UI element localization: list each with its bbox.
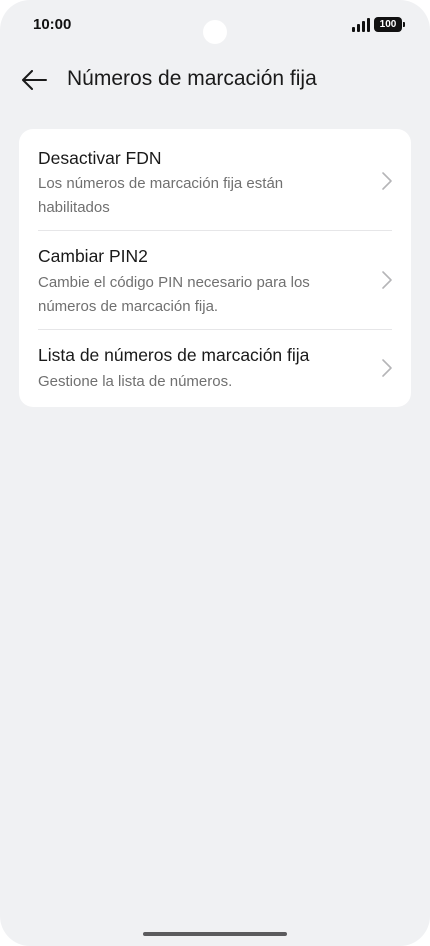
item-subtitle: Cambie el código PIN necesario para los … <box>38 274 310 315</box>
battery-icon: 100 <box>374 17 405 32</box>
signal-icon <box>352 17 370 32</box>
chevron-right-icon <box>382 271 392 289</box>
item-subtitle: Los números de marcación fija están habi… <box>38 175 284 216</box>
page-title: Números de marcación fija <box>67 67 317 90</box>
home-indicator[interactable] <box>143 932 287 936</box>
app-bar: Números de marcación fija <box>0 58 430 102</box>
item-title: Lista de números de marcación fija <box>38 345 310 365</box>
phone-screen: 10:00 100 Números de marcación fija Desa… <box>0 0 430 946</box>
back-button[interactable] <box>16 62 52 98</box>
item-title: Cambiar PIN2 <box>38 246 148 266</box>
status-indicators: 100 <box>352 17 405 32</box>
chevron-right-icon <box>382 172 392 190</box>
settings-card: Desactivar FDN Los números de marcación … <box>19 129 411 407</box>
list-item-lista-numeros[interactable]: Lista de números de marcación fija Gesti… <box>19 330 411 407</box>
chevron-right-icon <box>382 359 392 377</box>
list-item-cambiar-pin2[interactable]: Cambiar PIN2 Cambie el código PIN necesa… <box>19 231 411 329</box>
status-bar: 10:00 100 <box>0 0 430 52</box>
status-time: 10:00 <box>33 16 72 33</box>
arrow-left-icon <box>22 70 47 90</box>
item-subtitle: Gestione la lista de números. <box>38 373 233 390</box>
list-item-desactivar-fdn[interactable]: Desactivar FDN Los números de marcación … <box>19 129 411 230</box>
item-title: Desactivar FDN <box>38 148 162 168</box>
camera-cutout <box>203 20 227 44</box>
